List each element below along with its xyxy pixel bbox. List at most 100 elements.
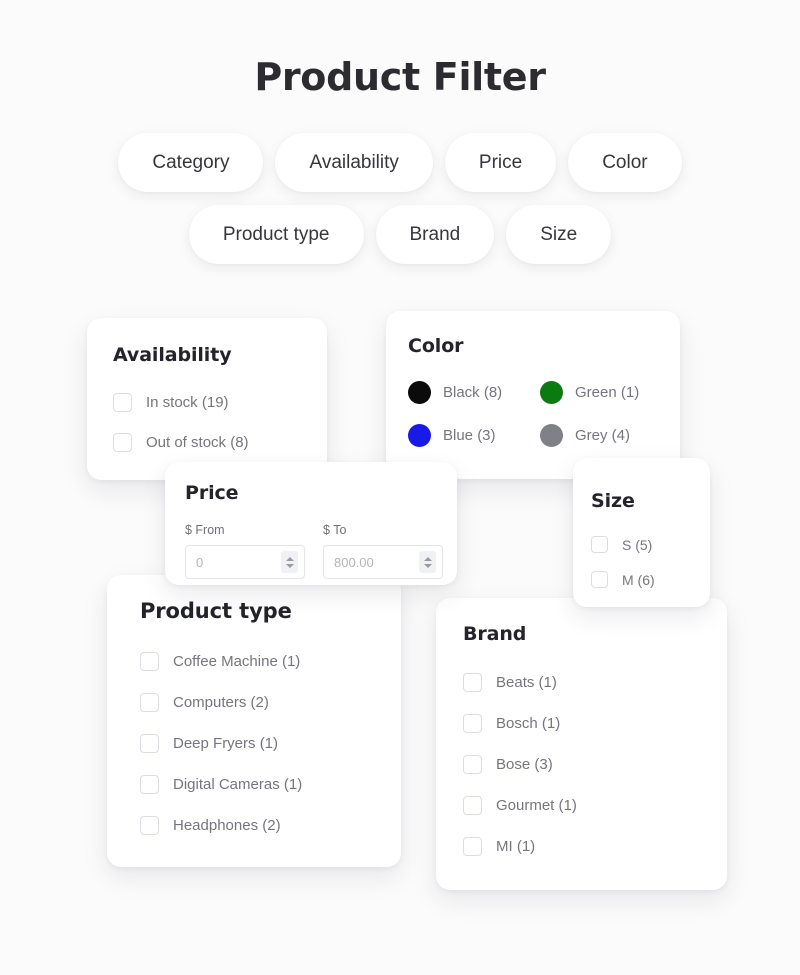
checkbox[interactable] (113, 433, 132, 452)
color-option-grey[interactable]: Grey (4) (540, 424, 672, 447)
filter-pill-label: Availability (309, 151, 399, 173)
color-swatch-green-icon (540, 381, 563, 404)
filter-pill-product-type[interactable]: Product type (188, 205, 364, 264)
option-label: Headphones (2) (173, 817, 281, 834)
price-to-value: 800.00 (334, 554, 374, 570)
filter-pill-label: Color (602, 151, 648, 173)
availability-option-out-of-stock[interactable]: Out of stock (8) (113, 433, 327, 452)
filter-pill-label: Product type (222, 223, 330, 245)
color-option-blue[interactable]: Blue (3) (408, 424, 540, 447)
option-label: Beats (1) (496, 674, 557, 691)
page-title: Product Filter (254, 55, 546, 99)
option-label: Grey (4) (575, 427, 631, 444)
checkbox[interactable] (140, 816, 159, 835)
option-label: M (6) (622, 571, 655, 588)
checkbox[interactable] (140, 734, 159, 753)
price-from-stepper-updown-icon[interactable] (281, 551, 298, 573)
filter-pill-label: Price (478, 151, 523, 173)
checkbox[interactable] (591, 571, 608, 588)
filter-pill-label: Category (152, 151, 230, 173)
color-swatch-black-icon (408, 381, 431, 404)
filter-pill-label: Size (540, 223, 578, 245)
product-type-option-digital-cameras[interactable]: Digital Cameras (1) (140, 775, 401, 794)
filter-pill-row-secondary: Product type Brand Size (0, 205, 800, 264)
product-type-option-computers[interactable]: Computers (2) (140, 693, 401, 712)
checkbox[interactable] (140, 652, 159, 671)
option-label: Bosch (1) (496, 715, 561, 732)
option-label: Digital Cameras (1) (173, 776, 303, 793)
brand-option-mi[interactable]: MI (1) (463, 837, 727, 856)
brand-filter-card: Brand Beats (1) Bosch (1) Bose (3) Gourm… (436, 598, 727, 890)
product-filter-page: Product Filter Category Availability Pri… (0, 0, 800, 975)
option-label: Bose (3) (496, 756, 553, 773)
checkbox[interactable] (463, 755, 482, 774)
checkbox[interactable] (140, 775, 159, 794)
brand-option-gourmet[interactable]: Gourmet (1) (463, 796, 727, 815)
filter-pill-label: Brand (409, 223, 461, 245)
checkbox[interactable] (591, 536, 608, 553)
color-option-green[interactable]: Green (1) (540, 381, 672, 404)
option-label: Blue (3) (443, 427, 496, 444)
price-range-fields: $ From 0 $ To 800.00 (185, 523, 457, 579)
brand-option-bosch[interactable]: Bosch (1) (463, 714, 727, 733)
filter-pill-availability[interactable]: Availability (275, 133, 433, 192)
checkbox[interactable] (463, 714, 482, 733)
card-title: Brand (463, 623, 527, 645)
brand-option-beats[interactable]: Beats (1) (463, 673, 727, 692)
price-to-label: $ To (323, 523, 347, 537)
color-filter-card: Color Black (8) Green (1) Blue (3) Grey … (386, 311, 680, 479)
card-title: Color (408, 335, 464, 357)
product-type-option-deep-fryers[interactable]: Deep Fryers (1) (140, 734, 401, 753)
price-to-stepper-updown-icon[interactable] (419, 551, 436, 573)
availability-filter-card: Availability In stock (19) Out of stock … (87, 318, 327, 480)
option-label: Out of stock (8) (146, 434, 249, 451)
chevron-up-icon (423, 556, 432, 561)
chevron-down-icon (285, 563, 294, 568)
filter-pill-category[interactable]: Category (118, 133, 264, 192)
card-title: Availability (113, 344, 232, 366)
card-title: Product type (140, 599, 292, 623)
color-option-black[interactable]: Black (8) (408, 381, 540, 404)
product-type-option-headphones[interactable]: Headphones (2) (140, 816, 401, 835)
option-label: Computers (2) (173, 694, 269, 711)
option-label: Black (8) (443, 384, 503, 401)
checkbox[interactable] (463, 673, 482, 692)
filter-pill-size[interactable]: Size (506, 205, 612, 264)
chevron-up-icon (285, 556, 294, 561)
brand-option-bose[interactable]: Bose (3) (463, 755, 727, 774)
filter-pill-brand[interactable]: Brand (375, 205, 495, 264)
chevron-down-icon (423, 563, 432, 568)
filter-pill-row-primary: Category Availability Price Color (0, 133, 800, 192)
checkbox[interactable] (463, 796, 482, 815)
card-title: Size (591, 490, 635, 512)
checkbox[interactable] (463, 837, 482, 856)
color-swatch-blue-icon (408, 424, 431, 447)
color-option-grid: Black (8) Green (1) Blue (3) Grey (4) (408, 381, 680, 447)
product-type-option-coffee-machine[interactable]: Coffee Machine (1) (140, 652, 401, 671)
filter-pill-color[interactable]: Color (568, 133, 682, 192)
price-from-value: 0 (196, 554, 204, 570)
size-option-s[interactable]: S (5) (591, 536, 710, 553)
price-from-input[interactable]: 0 (185, 545, 305, 579)
option-label: S (5) (622, 536, 653, 553)
price-from-label: $ From (185, 523, 225, 537)
option-label: In stock (19) (146, 394, 229, 411)
price-filter-card: Price $ From 0 $ To 800.00 (165, 462, 457, 585)
option-label: Deep Fryers (1) (173, 735, 279, 752)
filter-pill-price[interactable]: Price (444, 133, 557, 192)
size-option-m[interactable]: M (6) (591, 571, 710, 588)
product-type-filter-card: Product type Coffee Machine (1) Computer… (107, 575, 401, 867)
checkbox[interactable] (140, 693, 159, 712)
option-label: Green (1) (575, 384, 640, 401)
price-to-input[interactable]: 800.00 (323, 545, 443, 579)
price-to-group: $ To 800.00 (323, 523, 443, 579)
size-filter-card: Size S (5) M (6) (573, 458, 710, 607)
card-title: Price (185, 482, 239, 504)
price-from-group: $ From 0 (185, 523, 305, 579)
color-swatch-grey-icon (540, 424, 563, 447)
checkbox[interactable] (113, 393, 132, 412)
option-label: Coffee Machine (1) (173, 653, 301, 670)
availability-option-in-stock[interactable]: In stock (19) (113, 393, 327, 412)
option-label: MI (1) (496, 838, 536, 855)
option-label: Gourmet (1) (496, 797, 577, 814)
